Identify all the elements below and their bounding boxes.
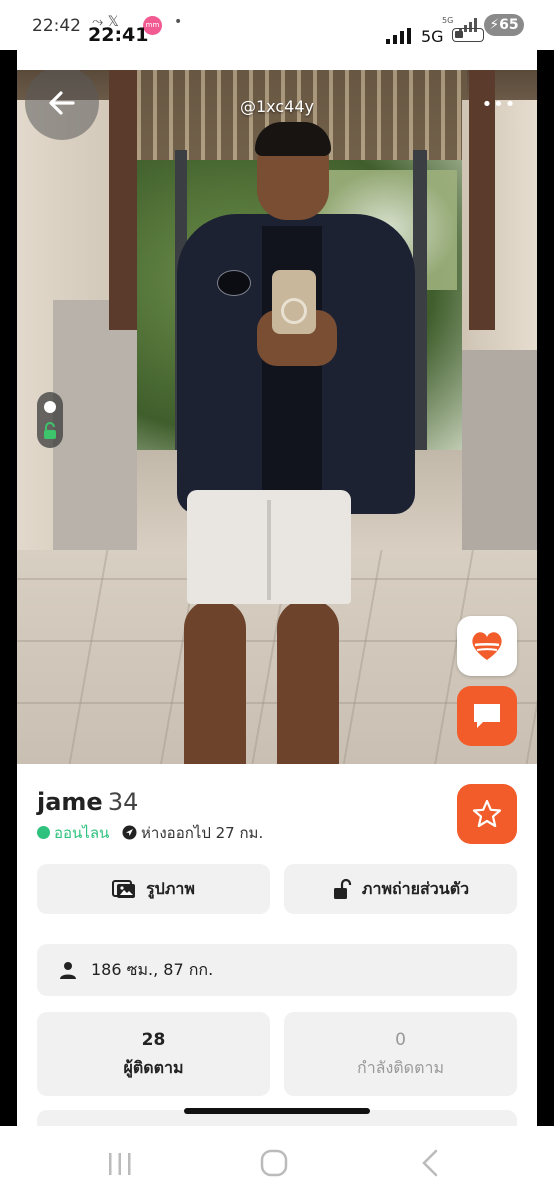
recent-apps-icon[interactable] xyxy=(106,1150,134,1178)
outer-clock: 22:42 xyxy=(32,16,81,36)
body-stats-content: 186 ซม., 87 กก. xyxy=(59,944,213,996)
body-stats-text: 186 ซม., 87 กก. xyxy=(91,959,214,979)
chat-button[interactable] xyxy=(457,686,517,746)
online-dot-icon xyxy=(37,826,50,839)
back-icon[interactable] xyxy=(418,1148,442,1178)
distance-text: ห่างออกไป 27 กม. xyxy=(141,824,264,842)
lock-open-icon xyxy=(44,422,56,439)
inner-clock: 22:41 xyxy=(88,24,149,46)
followers-card[interactable]: 28 ผู้ติดตาม xyxy=(37,1012,270,1096)
battery-level: 65 xyxy=(499,17,519,33)
body-stats: 186 ซม., 87 กก. xyxy=(37,944,517,996)
tab-photos-label: รูปภาพ xyxy=(146,878,195,898)
person-leg xyxy=(277,600,339,764)
home-icon[interactable] xyxy=(259,1148,289,1178)
photo-person xyxy=(157,110,417,764)
photo-wall-right-panel xyxy=(462,350,537,580)
shorts-seam xyxy=(267,500,271,600)
tab-private-label: ภาพถ่ายส่วนตัว xyxy=(361,878,470,898)
network-label: 5G xyxy=(421,27,444,46)
more-icon[interactable]: ••• xyxy=(479,94,519,124)
like-button[interactable] xyxy=(457,616,517,676)
screen: 22:42 ⤳ 𝕏 mm • 5G ⚡65 22:41 5G @1xc44y •… xyxy=(0,0,554,1200)
person-icon xyxy=(60,962,76,979)
profile-age: 34 xyxy=(107,788,139,816)
signal-icon xyxy=(386,28,411,44)
profile-name: jame xyxy=(37,788,103,816)
battery-icon xyxy=(452,28,484,42)
following-card[interactable]: 0 กำลังติดตาม xyxy=(284,1012,517,1096)
followers-count: 28 xyxy=(141,1030,166,1050)
outer-status-bar: 22:42 ⤳ 𝕏 mm • 5G ⚡65 22:41 5G xyxy=(0,0,554,50)
app-frame: @1xc44y ••• jame 34 ออนไลน ห่างออกไป 27 … xyxy=(17,50,537,1126)
username-handle: @1xc44y xyxy=(240,97,314,116)
online-status: ออนไลน xyxy=(54,824,110,842)
tab-photos-content: รูปภาพ xyxy=(37,864,270,914)
following-label: กำลังติดตาม xyxy=(357,1058,444,1077)
followers-label: ผู้ติดตาม xyxy=(123,1058,184,1077)
heart-icon xyxy=(472,632,502,660)
tab-private-photos[interactable]: ภาพถ่ายส่วนตัว xyxy=(284,864,517,914)
favorite-button[interactable] xyxy=(457,784,517,844)
chat-icon xyxy=(474,704,500,728)
phone-camera-ring xyxy=(281,298,307,324)
photo-page-dot xyxy=(44,401,56,413)
system-navigation-bar xyxy=(0,1126,554,1200)
star-icon xyxy=(472,799,502,828)
home-indicator[interactable] xyxy=(184,1108,370,1114)
photo-indicator xyxy=(37,392,63,448)
photos-icon xyxy=(112,880,136,898)
more-notifications-dot: • xyxy=(174,14,183,30)
following-count: 0 xyxy=(395,1030,406,1050)
jacket-patch xyxy=(217,270,251,296)
profile-photo[interactable]: @1xc44y ••• xyxy=(17,70,537,764)
person-hair xyxy=(255,122,331,156)
outer-battery: ⚡65 xyxy=(484,14,524,36)
padlock-icon xyxy=(333,878,352,899)
photo-wall-left-panel xyxy=(53,300,137,570)
tab-private-content: ภาพถ่ายส่วนตัว xyxy=(284,864,517,914)
name-row: jame 34 xyxy=(37,788,138,816)
outer-network-label: 5G xyxy=(442,16,454,25)
person-leg xyxy=(184,600,246,764)
status-row: ออนไลน ห่างออกไป 27 กม. xyxy=(37,821,263,845)
tab-photos[interactable]: รูปภาพ xyxy=(37,864,270,914)
location-arrow-icon xyxy=(122,825,137,840)
